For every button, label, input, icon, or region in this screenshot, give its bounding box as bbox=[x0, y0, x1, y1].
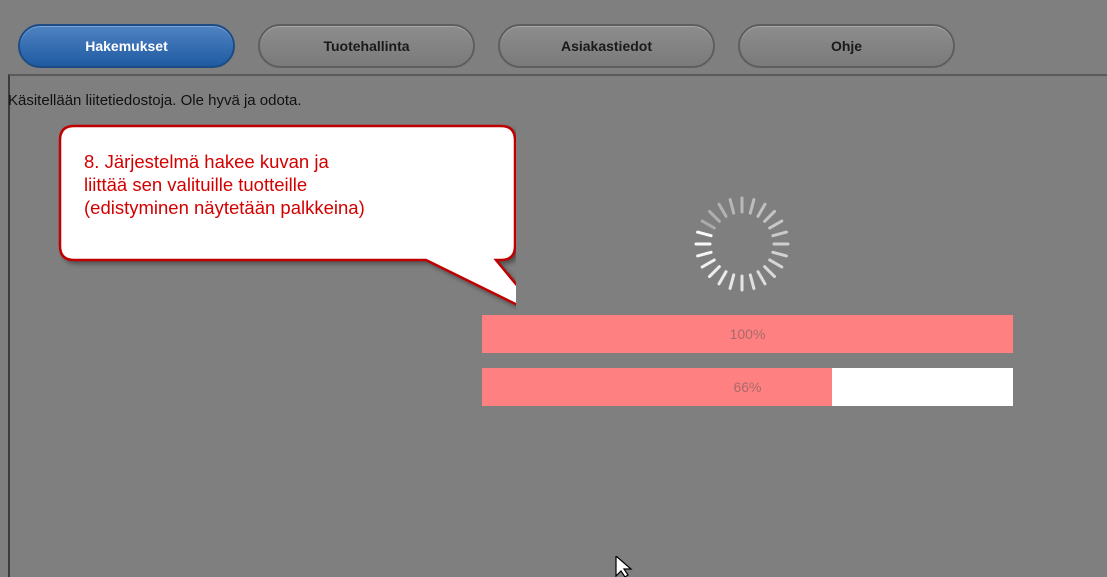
spinner-tick bbox=[768, 258, 784, 269]
callout-line: (edistyminen näytetään palkkeina) bbox=[84, 197, 365, 218]
tab-ohje[interactable]: Ohje bbox=[738, 24, 955, 68]
progress-bar-label: 100% bbox=[729, 326, 766, 342]
mouse-pointer-icon bbox=[615, 556, 633, 577]
spinner-tick bbox=[771, 250, 788, 258]
progress-bar-2: 66% bbox=[482, 368, 1013, 406]
spinner-tick bbox=[768, 219, 784, 230]
spinner-tick bbox=[728, 198, 736, 215]
spinner-tick bbox=[748, 273, 756, 290]
callout-line: liittää sen valituille tuotteille bbox=[84, 174, 308, 195]
callout-line: 8. Järjestelmä hakee kuvan ja bbox=[84, 151, 329, 172]
spinner-tick bbox=[748, 198, 756, 215]
spinner-tick bbox=[756, 202, 767, 218]
callout-text: 8. Järjestelmä hakee kuvan ja liittää se… bbox=[84, 150, 484, 219]
spinner-tick bbox=[717, 270, 728, 286]
spinner-tick bbox=[700, 258, 716, 269]
spinner-tick bbox=[763, 265, 777, 279]
loading-spinner-icon bbox=[694, 196, 790, 292]
spinner-tick bbox=[696, 230, 713, 238]
spinner-tick bbox=[696, 250, 713, 258]
spinner-tick bbox=[717, 202, 728, 218]
tab-asiakastiedot[interactable]: Asiakastiedot bbox=[498, 24, 715, 68]
spinner-tick bbox=[707, 209, 721, 223]
progress-bar-label: 66% bbox=[733, 379, 762, 395]
spinner-tick bbox=[700, 219, 716, 230]
spinner-tick bbox=[771, 230, 788, 238]
spinner-tick bbox=[707, 265, 721, 279]
spinner-tick bbox=[728, 273, 736, 290]
progress-bar-1: 100% bbox=[482, 315, 1013, 353]
spinner-tick bbox=[763, 209, 777, 223]
spinner-tick bbox=[756, 270, 767, 286]
